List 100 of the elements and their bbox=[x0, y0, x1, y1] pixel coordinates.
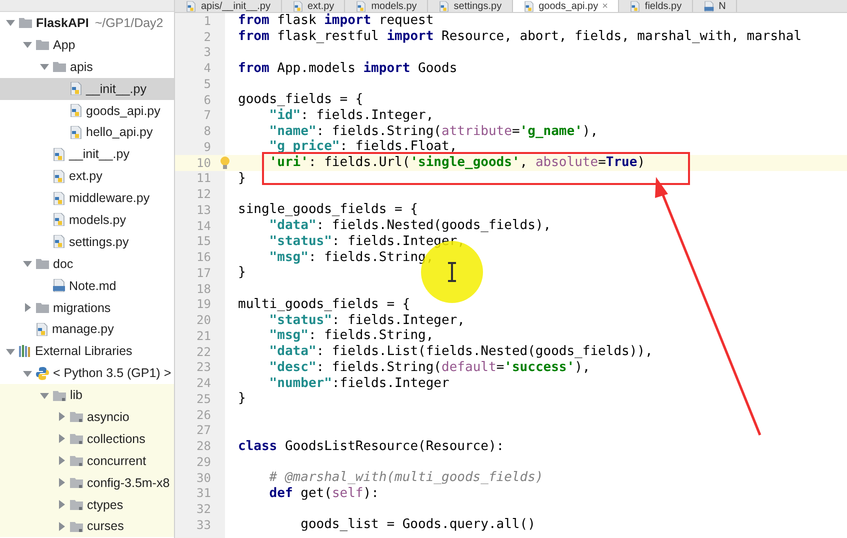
tree-item[interactable]: config-3.5m-x8 bbox=[0, 472, 174, 494]
line-number: 21 bbox=[196, 328, 211, 343]
line-number: 28 bbox=[196, 439, 211, 454]
tree-item[interactable]: FlaskAPI ~/GP1/Day2 bbox=[0, 12, 174, 34]
collapse-arrow-icon[interactable] bbox=[23, 259, 32, 268]
python-file-icon bbox=[70, 126, 82, 139]
tree-item[interactable]: External Libraries bbox=[0, 340, 174, 362]
folder-icon bbox=[70, 499, 83, 510]
folder-icon bbox=[70, 455, 83, 466]
expand-arrow-icon[interactable] bbox=[57, 412, 66, 422]
line-number: 19 bbox=[196, 297, 211, 312]
code-line: goods_list = Goods.query.all() bbox=[300, 517, 536, 532]
code-line: from flask_restful import Resource, abort, fields, marshal_with, marshal bbox=[238, 29, 802, 44]
python-logo-icon bbox=[36, 366, 49, 380]
collapse-arrow-icon[interactable] bbox=[23, 40, 32, 50]
tree-item[interactable]: __init__.py bbox=[0, 78, 174, 100]
tree-item[interactable]: < Python 3.5 (GP1) > bbox=[0, 362, 174, 384]
tree-item[interactable]: goods_api.py bbox=[0, 100, 174, 122]
python-file-icon bbox=[70, 104, 82, 117]
tree-item[interactable]: manage.py bbox=[0, 318, 174, 340]
code-line: "status": fields.Integer, bbox=[268, 312, 465, 328]
close-tab-button[interactable]: × bbox=[602, 0, 608, 12]
code-line: "number":fields.Integer bbox=[268, 376, 450, 391]
tree-item[interactable]: settings.py bbox=[0, 230, 174, 253]
code-line: } bbox=[238, 391, 246, 406]
tree-item[interactable]: doc bbox=[0, 252, 174, 275]
tree-item[interactable]: lib bbox=[0, 384, 174, 406]
python-file-icon bbox=[53, 148, 65, 161]
code-line: single_goods_fields = { bbox=[238, 202, 418, 218]
code-line: "data": fields.Nested(goods_fields), bbox=[268, 218, 552, 234]
line-number: 18 bbox=[196, 282, 211, 296]
folder-icon bbox=[19, 17, 32, 28]
code-line: "desc": fields.String(default='success'), bbox=[268, 360, 590, 375]
lightbulb-icon[interactable] bbox=[220, 156, 230, 170]
line-number: 12 bbox=[196, 187, 211, 202]
tree-item[interactable]: middleware.py bbox=[0, 187, 174, 210]
expand-arrow-icon[interactable] bbox=[23, 303, 32, 312]
tree-item[interactable]: asyncio bbox=[0, 406, 174, 428]
tree-item[interactable]: __init__.py bbox=[0, 143, 174, 166]
collapse-arrow-icon[interactable] bbox=[6, 18, 15, 28]
editor-tab[interactable]: ext.py bbox=[282, 0, 346, 12]
tree-item[interactable]: apis bbox=[0, 56, 174, 78]
line-number: 25 bbox=[196, 392, 211, 406]
tree-item[interactable]: ctypes bbox=[0, 494, 174, 516]
python-file-icon bbox=[53, 170, 65, 183]
tree-item[interactable]: App bbox=[0, 34, 174, 56]
line-number: 5 bbox=[202, 76, 211, 91]
folder-icon bbox=[70, 477, 83, 488]
editor-tab[interactable]: goods_api.py × bbox=[512, 0, 619, 12]
collapse-arrow-icon[interactable] bbox=[40, 62, 49, 72]
tree-item[interactable]: migrations bbox=[0, 296, 174, 318]
tree-item[interactable]: concurrent bbox=[0, 450, 174, 472]
line-number: 13 bbox=[196, 202, 211, 217]
text-cursor-icon bbox=[447, 262, 457, 282]
python-file-icon bbox=[53, 213, 65, 226]
editor-tab[interactable]: fields.py bbox=[618, 0, 693, 12]
code-line: from flask import request bbox=[238, 13, 434, 28]
python-file-icon bbox=[53, 235, 65, 248]
line-number: 30 bbox=[196, 470, 211, 485]
expand-arrow-icon[interactable] bbox=[57, 500, 66, 510]
line-number: 32 bbox=[196, 502, 211, 516]
line-number: 10 bbox=[196, 156, 211, 170]
code-line: } bbox=[238, 265, 246, 280]
line-number: 22 bbox=[196, 344, 211, 359]
code-line: multi_goods_fields = { bbox=[238, 296, 410, 312]
line-number: 26 bbox=[196, 408, 211, 422]
code-line: goods_fields = { bbox=[238, 92, 364, 108]
folder-icon bbox=[53, 390, 66, 401]
code-line: "data": fields.List(fields.Nested(goods_fields)), bbox=[268, 344, 653, 360]
tree-item[interactable]: hello_api.py bbox=[0, 121, 174, 144]
python-file-icon bbox=[36, 322, 48, 336]
folder-icon bbox=[36, 258, 49, 270]
tree-item[interactable]: ext.py bbox=[0, 165, 174, 188]
collapse-arrow-icon[interactable] bbox=[6, 346, 15, 356]
tree-item[interactable]: collections bbox=[0, 428, 174, 450]
line-number: 8 bbox=[202, 124, 211, 138]
collapse-arrow-icon[interactable] bbox=[40, 390, 49, 400]
tree-item[interactable]: models.py bbox=[0, 209, 174, 231]
line-number: 3 bbox=[202, 45, 211, 60]
line-number: 27 bbox=[196, 423, 211, 438]
expand-arrow-icon[interactable] bbox=[57, 478, 66, 488]
code-line: "name": fields.String(attribute='g_name'), bbox=[268, 124, 598, 139]
collapse-arrow-icon[interactable] bbox=[23, 368, 32, 378]
editor-tab[interactable]: apis/__init__.py bbox=[175, 0, 282, 12]
line-number: 7 bbox=[202, 108, 211, 122]
expand-arrow-icon[interactable] bbox=[57, 434, 66, 444]
line-number: 24 bbox=[196, 376, 211, 390]
tree-item[interactable]: curses bbox=[0, 515, 174, 538]
tree-item[interactable]: Note.md bbox=[0, 274, 174, 297]
editor-tab[interactable]: N bbox=[692, 0, 737, 12]
line-number: 6 bbox=[202, 92, 211, 107]
expand-arrow-icon[interactable] bbox=[57, 522, 66, 531]
editor-tab[interactable]: settings.py bbox=[428, 0, 513, 12]
expand-arrow-icon[interactable] bbox=[57, 456, 66, 466]
folder-icon bbox=[53, 61, 66, 72]
editor-tab[interactable]: models.py bbox=[345, 0, 428, 12]
code-line: 'uri': fields.Url('single_goods', absolute=True) bbox=[268, 155, 646, 170]
line-number: 29 bbox=[196, 454, 211, 469]
code-line: "status": fields.Integer, bbox=[268, 234, 465, 249]
code-line: # @marshal_with(multi_goods_fields) bbox=[268, 470, 544, 486]
